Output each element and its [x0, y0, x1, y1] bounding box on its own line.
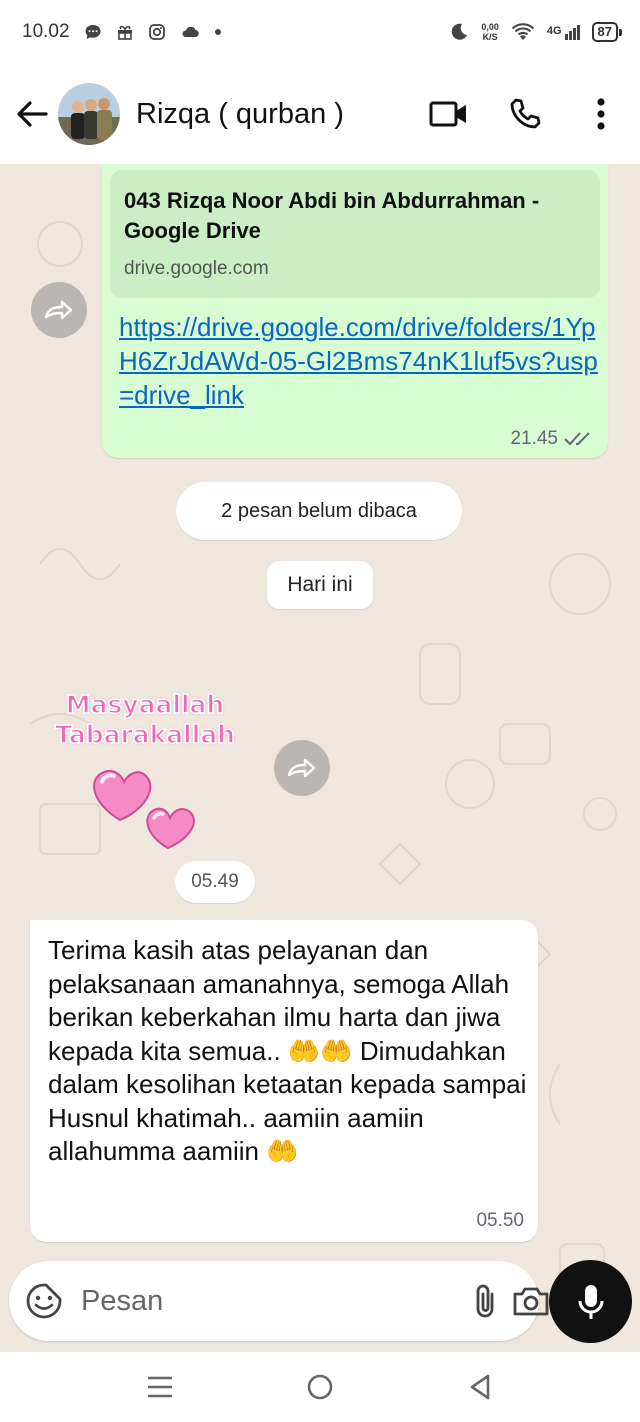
camera-button[interactable] [512, 1277, 550, 1325]
message-text: Terima kasih atas pelayanan dan pelaksan… [48, 935, 527, 1166]
message-time: 05.50 [476, 1210, 524, 1231]
camera-icon [513, 1287, 549, 1316]
unread-messages-banner: 2 pesan belum dibaca [176, 482, 462, 540]
do-not-disturb-moon-icon [452, 23, 468, 40]
sticker-smiley-icon [26, 1283, 62, 1319]
forward-button[interactable] [274, 740, 330, 796]
recent-apps-button[interactable] [140, 1367, 180, 1407]
gift-icon [117, 25, 132, 40]
home-circle-icon [307, 1374, 333, 1400]
sticker-message[interactable]: Masyaallah Tabarakallah [40, 689, 250, 850]
hearts-icon [93, 770, 195, 850]
back-arrow-icon [17, 101, 48, 127]
battery-indicator: 87 [591, 22, 623, 42]
system-back-button[interactable] [460, 1367, 500, 1407]
sticker-time: 05.49 [175, 861, 255, 903]
forward-icon [44, 300, 73, 320]
cloud-icon [182, 26, 199, 38]
message-input[interactable] [81, 1284, 458, 1318]
chat-header: Rizqa ( qurban ) [0, 64, 640, 164]
home-button[interactable] [300, 1367, 340, 1407]
system-navigation-bar [0, 1352, 640, 1422]
back-button[interactable] [14, 94, 50, 134]
message-bubble-icon [85, 25, 101, 39]
more-options-button[interactable] [576, 89, 626, 139]
forward-button[interactable] [31, 282, 87, 338]
back-triangle-icon [470, 1374, 490, 1400]
status-bar: 10.02 0,00 K/S 4G 87 [0, 0, 640, 64]
network-speed: 0,00 K/S [481, 22, 499, 42]
voice-call-button[interactable] [500, 89, 550, 139]
date-divider: Hari ini [267, 561, 373, 609]
contact-name[interactable]: Rizqa ( qurban ) [136, 98, 398, 131]
message-time: 21.45 [510, 428, 558, 449]
double-check-icon [564, 432, 590, 446]
video-call-button[interactable] [424, 89, 474, 139]
link-preview-card[interactable]: 043 Rizqa Noor Abdi bin Abdurrahman - Go… [110, 170, 600, 298]
attach-button[interactable] [472, 1277, 498, 1325]
voice-message-button[interactable] [549, 1260, 632, 1343]
link-preview-domain: drive.google.com [124, 258, 269, 279]
sticker-button[interactable] [25, 1279, 63, 1323]
cell-signal: 4G [547, 24, 580, 40]
message-link[interactable]: https://drive.google.com/drive/folders/1… [119, 310, 599, 412]
paperclip-icon [476, 1284, 494, 1318]
dot-icon [214, 29, 221, 35]
more-vert-icon [597, 98, 605, 130]
sticker-text: Masyaallah Tabarakallah [54, 689, 235, 750]
wifi-icon [511, 23, 535, 40]
microphone-icon [578, 1284, 603, 1319]
link-preview-title: 043 Rizqa Noor Abdi bin Abdurrahman - Go… [124, 188, 540, 243]
incoming-message-bubble[interactable]: Terima kasih atas pelayanan dan pelaksan… [30, 920, 538, 1242]
outgoing-message-bubble[interactable]: 043 Rizqa Noor Abdi bin Abdurrahman - Go… [102, 164, 608, 458]
forward-icon [287, 758, 316, 778]
phone-icon [510, 98, 541, 129]
video-call-icon [429, 101, 466, 127]
message-meta: 21.45 [510, 428, 594, 450]
chat-area[interactable]: 043 Rizqa Noor Abdi bin Abdurrahman - Go… [0, 164, 640, 1352]
menu-lines-icon [148, 1376, 172, 1398]
message-composer [9, 1261, 549, 1341]
instagram-icon [148, 24, 165, 40]
status-time: 10.02 [22, 21, 70, 42]
avatar[interactable] [58, 83, 120, 145]
